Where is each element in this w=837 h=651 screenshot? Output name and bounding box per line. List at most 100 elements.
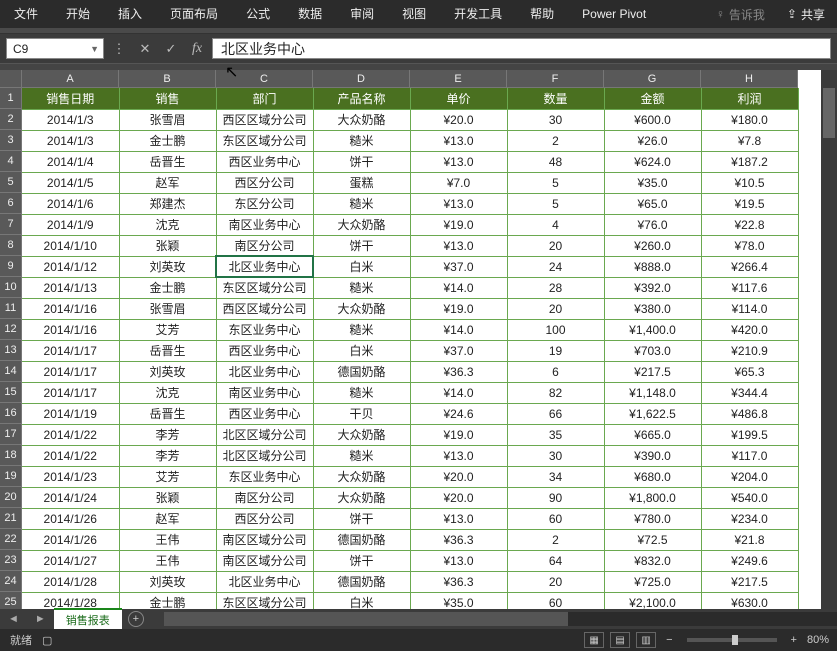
view-pagelayout-button[interactable]: ▤	[610, 632, 630, 648]
cell[interactable]: ¥24.6	[410, 403, 507, 424]
cell[interactable]: 北区区域分公司	[216, 445, 313, 466]
cell[interactable]: ¥36.3	[410, 571, 507, 592]
cell[interactable]: ¥19.0	[410, 298, 507, 319]
zoom-out-button[interactable]: −	[662, 634, 676, 646]
row-header-2[interactable]: 2	[0, 109, 22, 130]
cell[interactable]: 2014/1/26	[22, 529, 119, 550]
cell[interactable]: 刘英玫	[119, 361, 216, 382]
cell[interactable]: 30	[507, 109, 604, 130]
cell[interactable]: 东区业务中心	[216, 319, 313, 340]
cell[interactable]: 艾芳	[119, 319, 216, 340]
cell[interactable]: ¥217.5	[604, 361, 701, 382]
name-box[interactable]: C9 ▼	[6, 38, 104, 59]
cell[interactable]: 2014/1/13	[22, 277, 119, 298]
cell[interactable]: 2014/1/23	[22, 466, 119, 487]
cell[interactable]: ¥780.0	[604, 508, 701, 529]
cell[interactable]: ¥1,622.5	[604, 403, 701, 424]
zoom-level[interactable]: 80%	[807, 634, 829, 646]
cell[interactable]: 德国奶酪	[313, 361, 410, 382]
row-header-7[interactable]: 7	[0, 214, 22, 235]
cell[interactable]: 德国奶酪	[313, 529, 410, 550]
cell[interactable]: ¥76.0	[604, 214, 701, 235]
cell[interactable]: 2	[507, 529, 604, 550]
cell[interactable]: 艾芳	[119, 466, 216, 487]
cell[interactable]: 2014/1/5	[22, 172, 119, 193]
enter-icon[interactable]: ✓	[158, 34, 184, 63]
row-header-16[interactable]: 16	[0, 403, 22, 424]
cell[interactable]: 南区分公司	[216, 235, 313, 256]
cell[interactable]: ¥1,400.0	[604, 319, 701, 340]
view-normal-button[interactable]: ▦	[584, 632, 604, 648]
cell[interactable]: ¥13.0	[410, 130, 507, 151]
cell[interactable]: 2014/1/24	[22, 487, 119, 508]
cell[interactable]: 蛋糕	[313, 172, 410, 193]
cell[interactable]: ¥260.0	[604, 235, 701, 256]
cell[interactable]: 郑建杰	[119, 193, 216, 214]
cell[interactable]: ¥37.0	[410, 256, 507, 277]
cell[interactable]: 82	[507, 382, 604, 403]
row-header-5[interactable]: 5	[0, 172, 22, 193]
col-header-A[interactable]: A	[22, 70, 119, 88]
cell[interactable]: 张颖	[119, 487, 216, 508]
cell[interactable]: 大众奶酪	[313, 466, 410, 487]
cell[interactable]: 饼干	[313, 151, 410, 172]
cell[interactable]: 2014/1/17	[22, 361, 119, 382]
cell[interactable]: ¥199.5	[701, 424, 798, 445]
cell[interactable]: ¥7.0	[410, 172, 507, 193]
cell[interactable]: 24	[507, 256, 604, 277]
cell[interactable]: 西区区域分公司	[216, 298, 313, 319]
vertical-scrollbar[interactable]	[821, 70, 837, 609]
cell[interactable]: ¥266.4	[701, 256, 798, 277]
cell[interactable]: 糙米	[313, 277, 410, 298]
header-cell[interactable]: 产品名称	[313, 88, 410, 109]
cell[interactable]: 西区业务中心	[216, 340, 313, 361]
cell[interactable]: 大众奶酪	[313, 109, 410, 130]
cell[interactable]: 干贝	[313, 403, 410, 424]
cell[interactable]: ¥19.0	[410, 214, 507, 235]
cell[interactable]: ¥420.0	[701, 319, 798, 340]
row-header-6[interactable]: 6	[0, 193, 22, 214]
cell[interactable]: ¥14.0	[410, 319, 507, 340]
cell[interactable]: ¥36.3	[410, 529, 507, 550]
cell[interactable]: ¥832.0	[604, 550, 701, 571]
cell[interactable]: 5	[507, 193, 604, 214]
tab-developer[interactable]: 开发工具	[440, 0, 516, 28]
cell[interactable]: ¥540.0	[701, 487, 798, 508]
cell[interactable]: 饼干	[313, 508, 410, 529]
tab-file[interactable]: 文件	[0, 0, 52, 28]
row-header-15[interactable]: 15	[0, 382, 22, 403]
cell[interactable]: ¥888.0	[604, 256, 701, 277]
cell[interactable]: 2014/1/22	[22, 445, 119, 466]
cell[interactable]: ¥344.4	[701, 382, 798, 403]
cell[interactable]: ¥35.0	[604, 172, 701, 193]
cell[interactable]: ¥65.3	[701, 361, 798, 382]
worksheet-grid[interactable]: ABCDEFGH 1234567891011121314151617181920…	[0, 70, 837, 609]
cell[interactable]: 2014/1/9	[22, 214, 119, 235]
cell[interactable]: ¥180.0	[701, 109, 798, 130]
zoom-slider[interactable]	[687, 638, 777, 642]
tab-formulas[interactable]: 公式	[232, 0, 284, 28]
row-header-20[interactable]: 20	[0, 487, 22, 508]
cell[interactable]: 大众奶酪	[313, 424, 410, 445]
cell[interactable]: 南区业务中心	[216, 214, 313, 235]
cell[interactable]: ¥187.2	[701, 151, 798, 172]
data-table[interactable]: 销售日期销售部门产品名称单价数量金额利润2014/1/3张雪眉西区区域分公司大众…	[22, 88, 799, 609]
cell[interactable]: ¥13.0	[410, 508, 507, 529]
tab-review[interactable]: 审阅	[336, 0, 388, 28]
col-header-B[interactable]: B	[119, 70, 216, 88]
col-header-E[interactable]: E	[410, 70, 507, 88]
row-header-13[interactable]: 13	[0, 340, 22, 361]
cell[interactable]: ¥392.0	[604, 277, 701, 298]
col-header-D[interactable]: D	[313, 70, 410, 88]
cell[interactable]: 30	[507, 445, 604, 466]
cell[interactable]: 糙米	[313, 193, 410, 214]
tab-powerpivot[interactable]: Power Pivot	[568, 0, 660, 28]
header-cell[interactable]: 部门	[216, 88, 313, 109]
row-header-25[interactable]: 25	[0, 592, 22, 609]
cell[interactable]: 20	[507, 298, 604, 319]
cell[interactable]: ¥7.8	[701, 130, 798, 151]
cell[interactable]: ¥36.3	[410, 361, 507, 382]
row-header-14[interactable]: 14	[0, 361, 22, 382]
cell[interactable]: 北区区域分公司	[216, 424, 313, 445]
cell[interactable]: ¥117.6	[701, 277, 798, 298]
